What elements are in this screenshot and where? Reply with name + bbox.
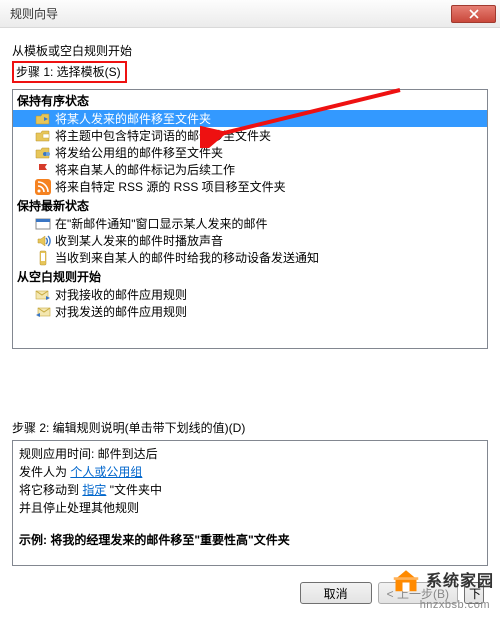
- flag-icon: [35, 162, 51, 178]
- template-item-rss-move[interactable]: 将来自特定 RSS 源的 RSS 项目移至文件夹: [13, 178, 487, 195]
- section-updated-header: 保持最新状态: [13, 195, 487, 215]
- template-item-apply-sent[interactable]: 对我发送的邮件应用规则: [13, 303, 487, 320]
- template-item-flag-followup[interactable]: 将来自某人的邮件标记为后续工作: [13, 161, 487, 178]
- step1-label: 步骤 1: 选择模板(S): [12, 61, 127, 83]
- intro-text: 从模板或空白规则开始: [12, 42, 488, 59]
- template-item-label: 当收到来自某人的邮件时给我的移动设备发送通知: [55, 249, 319, 266]
- folder-move-icon: [35, 111, 51, 127]
- template-listbox[interactable]: 保持有序状态 将某人发来的邮件移至文件夹 将主题中包含特定词语的邮件移至文件夹 …: [12, 89, 488, 349]
- template-item-move-to-group[interactable]: 将发给公用组的邮件移至文件夹: [13, 144, 487, 161]
- watermark-logo-icon: [392, 565, 420, 593]
- watermark-url: hnzxbsb.com: [420, 599, 490, 611]
- envelope-out-icon: [35, 304, 51, 320]
- desc-example: 示例: 将我的经理发来的邮件移至"重要性高"文件夹: [19, 531, 481, 549]
- template-item-move-from-person[interactable]: 将某人发来的邮件移至文件夹: [13, 110, 487, 127]
- desc-line-from: 发件人为 个人或公用组: [19, 463, 481, 481]
- titlebar: 规则向导: [0, 0, 500, 28]
- close-icon: [469, 9, 479, 19]
- cancel-button[interactable]: 取消: [300, 582, 372, 604]
- folder-subject-icon: [35, 128, 51, 144]
- section-ordered-header: 保持有序状态: [13, 90, 487, 110]
- rule-description-box: 规则应用时间: 邮件到达后 发件人为 个人或公用组 将它移动到 指定 "文件夹中…: [12, 440, 488, 566]
- envelope-in-icon: [35, 287, 51, 303]
- watermark: 系统家园: [392, 565, 494, 593]
- template-item-label: 将来自特定 RSS 源的 RSS 项目移至文件夹: [55, 178, 286, 195]
- template-item-move-by-subject[interactable]: 将主题中包含特定词语的邮件移至文件夹: [13, 127, 487, 144]
- section-blank-header: 从空白规则开始: [13, 266, 487, 286]
- template-item-label: 将发给公用组的邮件移至文件夹: [55, 144, 223, 161]
- rss-icon: [35, 179, 51, 195]
- mobile-icon: [35, 250, 51, 266]
- close-button[interactable]: [451, 5, 496, 23]
- template-item-mobile-notify[interactable]: 当收到来自某人的邮件时给我的移动设备发送通知: [13, 249, 487, 266]
- desc-line-stop: 并且停止处理其他规则: [19, 499, 481, 517]
- link-specified-folder[interactable]: 指定: [82, 483, 106, 497]
- folder-group-icon: [35, 145, 51, 161]
- template-item-label: 收到某人发来的邮件时播放声音: [55, 232, 223, 249]
- sound-icon: [35, 233, 51, 249]
- template-item-new-mail-alert[interactable]: 在"新邮件通知"窗口显示某人发来的邮件: [13, 215, 487, 232]
- template-item-label: 对我接收的邮件应用规则: [55, 286, 187, 303]
- template-item-label: 将某人发来的邮件移至文件夹: [55, 110, 211, 127]
- step2-label: 步骤 2: 编辑规则说明(单击带下划线的值)(D): [12, 419, 488, 436]
- template-item-apply-received[interactable]: 对我接收的邮件应用规则: [13, 286, 487, 303]
- watermark-text: 系统家园: [426, 567, 494, 591]
- alert-window-icon: [35, 216, 51, 232]
- link-people-or-group[interactable]: 个人或公用组: [70, 465, 142, 479]
- desc-line-move: 将它移动到 指定 "文件夹中: [19, 481, 481, 499]
- desc-line-when: 规则应用时间: 邮件到达后: [19, 445, 481, 463]
- template-item-label: 将来自某人的邮件标记为后续工作: [55, 161, 235, 178]
- template-item-label: 将主题中包含特定词语的邮件移至文件夹: [55, 127, 271, 144]
- template-item-play-sound[interactable]: 收到某人发来的邮件时播放声音: [13, 232, 487, 249]
- template-item-label: 对我发送的邮件应用规则: [55, 303, 187, 320]
- template-item-label: 在"新邮件通知"窗口显示某人发来的邮件: [55, 215, 268, 232]
- window-title: 规则向导: [10, 5, 451, 22]
